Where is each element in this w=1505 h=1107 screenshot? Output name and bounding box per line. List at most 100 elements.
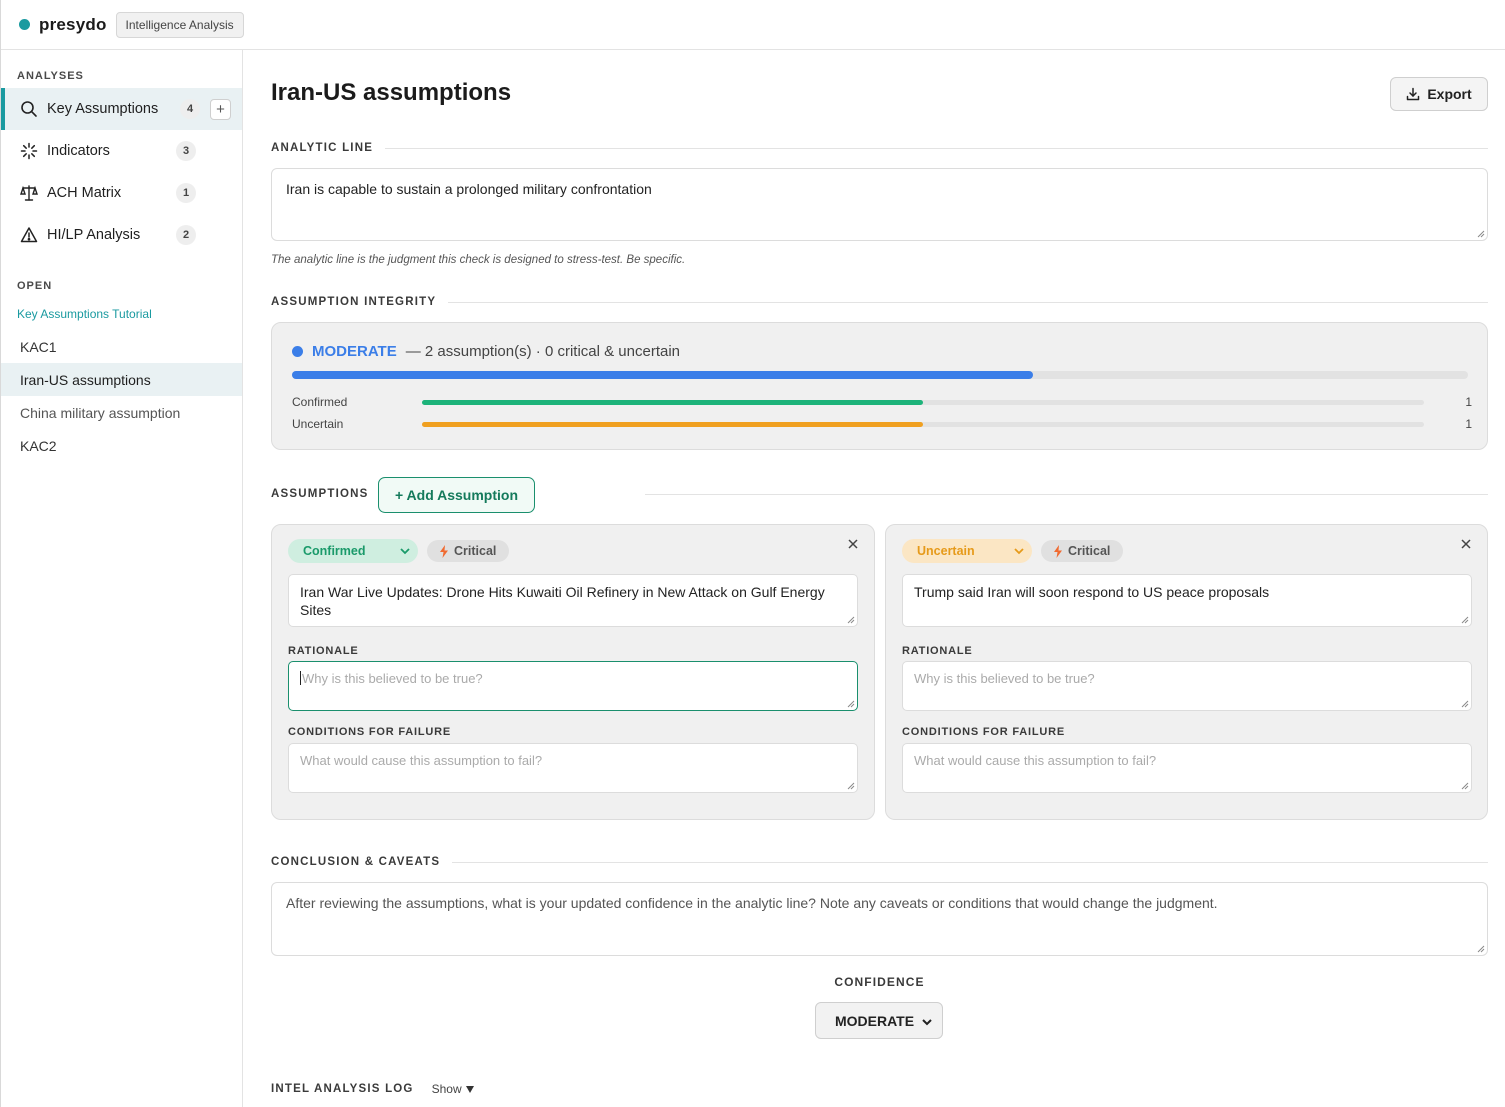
section-heading-text: CONCLUSION & CAVEATS — [271, 856, 441, 868]
integrity-level: MODERATE — [312, 343, 397, 360]
new-analysis-button[interactable]: + — [210, 98, 231, 120]
close-icon[interactable] — [1459, 537, 1473, 551]
critical-label: Critical — [1068, 544, 1111, 558]
resize-handle-icon[interactable] — [1477, 230, 1485, 238]
open-item-iran-us[interactable]: Iran-US assumptions — [1, 363, 242, 396]
lightning-icon — [440, 544, 448, 558]
sidebar-item-ach-matrix[interactable]: ACH Matrix 1 — [1, 172, 242, 214]
rationale-input[interactable]: Why is this believed to be true? — [288, 661, 858, 711]
confidence-value: MODERATE — [835, 1012, 915, 1029]
export-button[interactable]: Export — [1390, 77, 1488, 111]
status-select[interactable]: Confirmed — [288, 539, 418, 563]
close-icon[interactable] — [846, 537, 860, 551]
sidebar-item-indicators[interactable]: Indicators 3 — [1, 130, 242, 172]
assumption-text: Trump said Iran will soon respond to US … — [914, 584, 1270, 600]
rationale-label: RATIONALE — [288, 645, 359, 657]
resize-handle-icon[interactable] — [1461, 616, 1469, 624]
conclusion-placeholder: After reviewing the assumptions, what is… — [286, 895, 1218, 911]
sparkle-icon — [19, 141, 39, 161]
uncertain-bar-fill — [422, 421, 923, 427]
confidence-select[interactable]: MODERATE — [815, 1002, 943, 1039]
intel-log-row: INTEL ANALYSIS LOG Show — [271, 1082, 474, 1096]
integrity-progress-track — [292, 371, 1468, 379]
add-assumption-button[interactable]: + Add Assumption — [378, 477, 535, 513]
resize-handle-icon[interactable] — [1477, 945, 1485, 953]
row-label: Uncertain — [292, 417, 344, 431]
critical-toggle[interactable]: Critical — [1041, 540, 1124, 562]
open-item-china-military[interactable]: China military assumption — [1, 396, 242, 429]
integrity-heading: ASSUMPTION INTEGRITY — [271, 296, 1488, 308]
text-cursor — [300, 671, 301, 685]
sidebar-item-hilp-analysis[interactable]: HI/LP Analysis 2 — [1, 214, 242, 256]
count-badge: 2 — [176, 225, 196, 245]
row-count: 1 — [1465, 417, 1472, 431]
open-item-kac2[interactable]: KAC2 — [1, 429, 242, 462]
scales-icon — [19, 183, 39, 203]
resize-handle-icon[interactable] — [847, 616, 855, 624]
failure-conditions-input[interactable]: What would cause this assumption to fail… — [288, 743, 858, 793]
count-badge: 4 — [180, 99, 200, 119]
sidebar-item-key-assumptions[interactable]: Key Assumptions 4 + — [1, 88, 242, 130]
critical-label: Critical — [454, 544, 497, 558]
sidebar-item-label: Key Assumptions — [47, 101, 159, 117]
rationale-input[interactable]: Why is this believed to be true? — [902, 661, 1472, 711]
analyses-heading: ANALYSES — [17, 70, 84, 82]
chevron-down-icon — [1014, 548, 1024, 555]
rationale-placeholder: Why is this believed to be true? — [914, 671, 1095, 686]
caret-down-icon — [465, 1085, 474, 1093]
analytic-line-hint: The analytic line is the judgment this c… — [271, 254, 686, 266]
section-heading-text: ASSUMPTION INTEGRITY — [271, 296, 437, 308]
sidebar-item-label: ACH Matrix — [47, 185, 122, 201]
failure-placeholder: What would cause this assumption to fail… — [914, 753, 1157, 768]
chevron-down-icon — [922, 1019, 932, 1026]
row-count: 1 — [1465, 395, 1472, 409]
status-select[interactable]: Uncertain — [902, 539, 1032, 563]
failure-label: CONDITIONS FOR FAILURE — [902, 726, 1066, 738]
resize-handle-icon[interactable] — [847, 782, 855, 790]
warning-icon — [19, 225, 39, 245]
sidebar-item-label: Indicators — [47, 143, 110, 159]
product-badge: Intelligence Analysis — [115, 11, 244, 38]
resize-handle-icon[interactable] — [847, 700, 855, 708]
resize-handle-icon[interactable] — [1461, 700, 1469, 708]
assumption-card: Uncertain Critical Trump said Iran will … — [885, 524, 1488, 820]
open-item-kac1[interactable]: KAC1 — [1, 330, 242, 363]
analytic-line-heading: ANALYTIC LINE — [271, 142, 1488, 154]
brand-logo-dot — [19, 19, 30, 30]
resize-handle-icon[interactable] — [1461, 782, 1469, 790]
conclusion-textarea[interactable]: After reviewing the assumptions, what is… — [271, 882, 1488, 956]
uncertain-bar-track — [422, 421, 1424, 427]
row-label: Confirmed — [292, 395, 348, 409]
integrity-status-dot — [292, 346, 303, 357]
uncertain-row: Uncertain 1 — [292, 416, 1472, 432]
chevron-down-icon — [400, 548, 410, 555]
export-label: Export — [1427, 86, 1472, 102]
assumption-text: Iran War Live Updates: Drone Hits Kuwait… — [300, 584, 825, 618]
analytic-line-textarea[interactable]: Iran is capable to sustain a prolonged m… — [271, 168, 1488, 241]
download-icon — [1407, 87, 1420, 101]
assumption-text-field[interactable]: Iran War Live Updates: Drone Hits Kuwait… — [288, 574, 858, 627]
integrity-panel: MODERATE — 2 assumption(s) · 0 critical … — [271, 322, 1488, 450]
failure-placeholder: What would cause this assumption to fail… — [300, 753, 543, 768]
section-heading-text: ASSUMPTIONS — [271, 488, 369, 500]
rationale-placeholder: Why is this believed to be true? — [302, 671, 483, 686]
failure-conditions-input[interactable]: What would cause this assumption to fail… — [902, 743, 1472, 793]
count-badge: 3 — [176, 141, 196, 161]
section-heading-text: ANALYTIC LINE — [271, 142, 374, 154]
integrity-progress-fill — [292, 371, 1033, 379]
integrity-summary: MODERATE — 2 assumption(s) · 0 critical … — [292, 343, 680, 360]
confirmed-bar-track — [422, 399, 1424, 405]
confirmed-bar-fill — [422, 399, 923, 405]
status-value: Uncertain — [917, 544, 975, 558]
critical-toggle[interactable]: Critical — [427, 540, 510, 562]
tutorial-link[interactable]: Key Assumptions Tutorial — [1, 298, 242, 330]
count-badge: 1 — [176, 183, 196, 203]
log-toggle-label: Show — [431, 1082, 462, 1096]
brand-name[interactable]: presydo — [39, 15, 107, 35]
open-heading: OPEN — [17, 280, 53, 292]
status-value: Confirmed — [303, 544, 366, 558]
sidebar-item-label: HI/LP Analysis — [47, 227, 141, 243]
assumption-text-field[interactable]: Trump said Iran will soon respond to US … — [902, 574, 1472, 627]
log-show-toggle[interactable]: Show — [432, 1082, 474, 1096]
lightning-icon — [1054, 544, 1062, 558]
